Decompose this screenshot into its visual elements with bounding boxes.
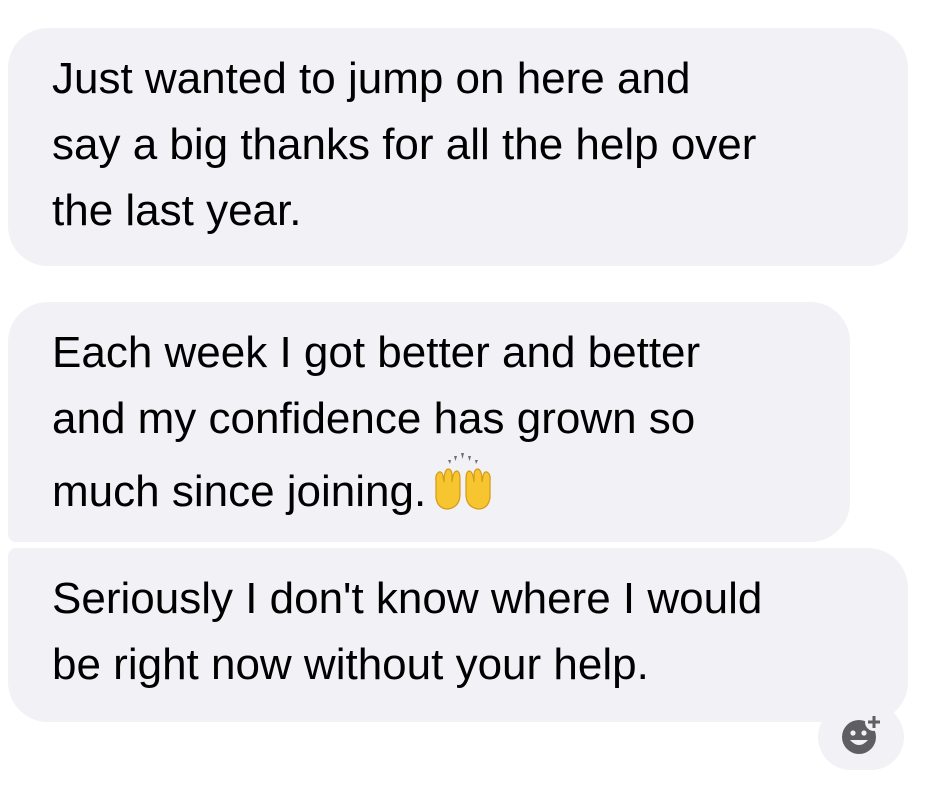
message-bubble[interactable]: Seriously I don't know where I would be … (8, 548, 908, 722)
raising-hands-emoji-icon (430, 452, 496, 531)
add-reaction-icon (838, 712, 884, 763)
message-text-line: Just wanted to jump on here and (52, 54, 691, 103)
message-text-line: Each week I got better and better (52, 328, 701, 377)
message-bubble[interactable]: Just wanted to jump on here and say a bi… (8, 28, 908, 266)
add-reaction-button[interactable] (818, 704, 904, 770)
message-text-line: be right now without your help. (52, 640, 649, 689)
message-text-line: say a big thanks for all the help over (52, 120, 757, 169)
message-text-line: and my confidence has grown so (52, 394, 696, 443)
message-text: much since joining. (52, 467, 427, 516)
message-text-line: much since joining. (52, 452, 830, 531)
message-text-line: Seriously I don't know where I would (52, 574, 763, 623)
message-text-line: the last year. (52, 186, 302, 235)
message-bubble[interactable]: Each week I got better and better and my… (8, 302, 850, 542)
message-thread: Just wanted to jump on here and say a bi… (0, 0, 938, 790)
